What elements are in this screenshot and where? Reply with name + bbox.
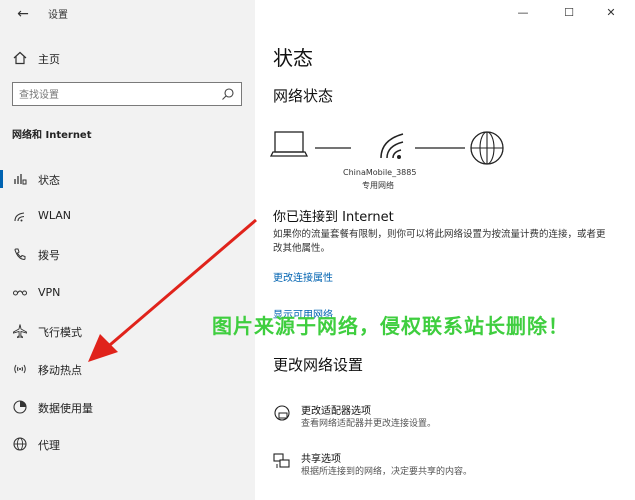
network-type: 专用网络 — [362, 181, 394, 190]
page-title: 状态 — [273, 46, 313, 70]
sidebar-item-vpn[interactable]: VPN — [0, 278, 255, 308]
status-icon — [14, 174, 27, 185]
sidebar-item-label: WLAN — [38, 209, 72, 222]
app-title: 设置 — [48, 10, 68, 21]
titlebar-left: ← 设置 — [0, 0, 255, 28]
sharing-options-item[interactable]: 共享选项 根据所连接到的网络，决定要共享的内容。 — [273, 448, 613, 488]
section-header: 网络和 Internet — [12, 130, 92, 141]
sidebar-item-label: 数据使用量 — [38, 402, 93, 415]
watermark-text: 图片来源于网络，侵权联系站长删除！ — [212, 314, 569, 338]
setting-title: 更改适配器选项 — [301, 406, 371, 417]
maximize-button[interactable]: ☐ — [559, 4, 579, 22]
connected-title: 你已连接到 Internet — [273, 210, 394, 225]
sidebar-item-label: VPN — [38, 286, 61, 299]
sidebar-item-proxy[interactable]: 代理 — [0, 429, 255, 459]
close-button[interactable]: ✕ — [601, 4, 621, 22]
home-icon — [13, 51, 27, 65]
hotspot-icon — [14, 364, 26, 374]
change-connection-properties-link[interactable]: 更改连接属性 — [273, 269, 333, 284]
airplane-icon — [13, 324, 27, 339]
sidebar: ← 设置 主页 网络和 Internet 状态 WLAN — [0, 0, 255, 500]
sidebar-item-data-usage[interactable]: 数据使用量 — [0, 392, 255, 422]
sidebar-item-wlan[interactable]: WLAN — [0, 201, 255, 231]
search-icon[interactable] — [221, 87, 235, 101]
connected-description: 如果你的流量套餐有限制，则你可以将此网络设置为按流量计费的连接，或者更改其他属性… — [273, 229, 606, 254]
search-input[interactable] — [13, 84, 213, 107]
laptop-icon — [269, 131, 309, 157]
setting-title: 共享选项 — [301, 454, 341, 465]
sidebar-item-label: 飞行模式 — [38, 326, 82, 339]
internet-globe-icon — [470, 131, 504, 165]
globe-icon — [13, 437, 27, 451]
main-content: — ☐ ✕ 状态 网络状态 ChinaMobile_3885 专用网络 你已连接… — [255, 0, 635, 500]
wifi-icon — [14, 212, 25, 222]
adapter-icon — [274, 405, 290, 421]
sidebar-item-label: 状态 — [38, 174, 60, 187]
active-indicator — [0, 170, 3, 188]
sharing-icon — [273, 453, 290, 468]
change-network-settings-title: 更改网络设置 — [273, 356, 364, 374]
phone-icon — [14, 248, 26, 261]
back-arrow-icon[interactable]: ← — [14, 5, 32, 23]
setting-description: 根据所连接到的网络，决定要共享的内容。 — [301, 467, 473, 477]
sidebar-item-status[interactable]: 状态 — [0, 164, 255, 194]
sidebar-item-label: 拨号 — [38, 249, 60, 262]
wifi-signal-icon — [380, 133, 404, 159]
sidebar-item-dialup[interactable]: 拨号 — [0, 239, 255, 269]
sidebar-item-label: 代理 — [38, 439, 60, 452]
sidebar-item-label: 移动热点 — [38, 364, 82, 377]
setting-description: 查看网络适配器并更改连接设置。 — [301, 419, 437, 429]
vpn-icon — [13, 290, 27, 296]
network-status-title: 网络状态 — [273, 87, 334, 105]
sidebar-item-hotspot[interactable]: 移动热点 — [0, 354, 255, 384]
search-box[interactable] — [12, 82, 242, 107]
network-name: ChinaMobile_3885 — [343, 168, 417, 177]
data-usage-icon — [13, 400, 27, 414]
window-controls: — ☐ ✕ — [495, 0, 635, 28]
change-adapter-options-item[interactable]: 更改适配器选项 查看网络适配器并更改连接设置。 — [273, 400, 613, 440]
sidebar-item-label: 主页 — [38, 53, 60, 66]
sidebar-item-home[interactable]: 主页 — [0, 46, 255, 72]
minimize-button[interactable]: — — [513, 4, 533, 22]
